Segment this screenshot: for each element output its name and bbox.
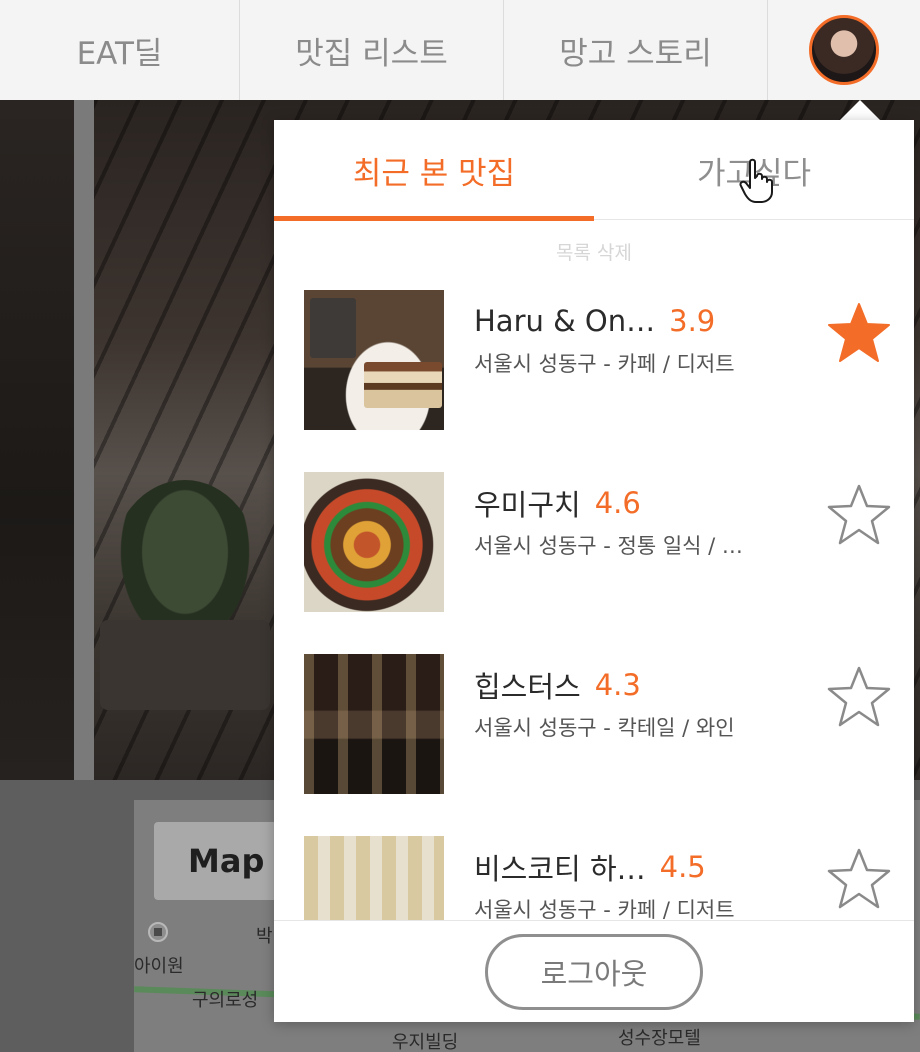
list-item[interactable]: 우미구치 4.6 서울시 성동구 - 정통 일식 / …	[274, 462, 914, 612]
list-item[interactable]: 힙스터스 4.3 서울시 성동구 - 칵테일 / 와인	[274, 644, 914, 794]
restaurant-subtitle: 서울시 성동구 - 칵테일 / 와인	[474, 716, 735, 740]
hero-image-left	[0, 100, 74, 780]
restaurant-name-line: Haru & On… 3.9	[474, 298, 784, 344]
nav-profile	[768, 0, 920, 100]
list-item[interactable]: 비스코티 하… 4.5 서울시 성동구 - 카페 / 디저트	[274, 826, 914, 920]
restaurant-name-line: 우미구치 4.6	[474, 480, 784, 526]
restaurant-name: Haru & On…	[474, 304, 656, 338]
map-label: 박	[256, 926, 273, 947]
user-avatar[interactable]	[809, 15, 879, 85]
recent-restaurant-list: Haru & On… 3.9 서울시 성동구 - 카페 / 디저트 우미구치 4…	[274, 280, 914, 920]
map-label: 구의로성	[192, 990, 259, 1011]
star-outline-icon[interactable]	[826, 482, 892, 548]
nav-restaurant-list[interactable]: 맛집 리스트	[240, 0, 504, 100]
logout-button[interactable]: 로그아웃	[485, 933, 703, 1010]
top-navigation: EAT딜 맛집 리스트 망고 스토리	[0, 0, 920, 100]
restaurant-name: 비스코티 하…	[474, 852, 646, 886]
clear-list-button[interactable]: 목록 삭제	[274, 238, 914, 265]
restaurant-subtitle: 서울시 성동구 - 카페 / 디저트	[474, 898, 735, 920]
restaurant-rating: 3.9	[669, 304, 716, 338]
map-label: 성수장모텔	[618, 1028, 701, 1049]
thumbnail-cup	[310, 298, 356, 358]
nav-eat-deal[interactable]: EAT딜	[0, 0, 240, 100]
restaurant-name-line: 힙스터스 4.3	[474, 662, 784, 708]
restaurant-thumbnail	[304, 836, 444, 920]
star-outline-icon[interactable]	[826, 846, 892, 912]
restaurant-rating: 4.3	[594, 668, 641, 702]
restaurant-rating: 4.5	[659, 850, 706, 884]
map-label: 아이원	[134, 956, 184, 977]
restaurant-name-line: 비스코티 하… 4.5	[474, 844, 784, 890]
restaurant-thumbnail	[304, 472, 444, 612]
restaurant-thumbnail	[304, 290, 444, 430]
restaurant-name: 힙스터스	[474, 670, 581, 704]
restaurant-subtitle: 서울시 성동구 - 정통 일식 / …	[474, 534, 743, 558]
hero-divider	[74, 100, 94, 780]
dropdown-footer: 로그아웃	[274, 920, 914, 1022]
thumbnail-cake	[364, 362, 442, 408]
map-pin-icon	[148, 922, 168, 942]
star-outline-icon[interactable]	[826, 664, 892, 730]
map-label: 우지빌딩	[392, 1032, 459, 1052]
dropdown-tabs: 최근 본 맛집 가고싶다	[274, 120, 914, 221]
nav-mango-story[interactable]: 망고 스토리	[504, 0, 768, 100]
restaurant-subtitle: 서울시 성동구 - 카페 / 디저트	[474, 352, 735, 376]
restaurant-thumbnail	[304, 654, 444, 794]
star-filled-icon[interactable]	[826, 300, 892, 366]
restaurant-name: 우미구치	[474, 488, 581, 522]
profile-dropdown: 최근 본 맛집 가고싶다 목록 삭제 Haru & On… 3.9 서울시 성동…	[274, 120, 914, 1022]
hand-cursor-icon	[739, 158, 773, 203]
tab-recently-viewed[interactable]: 최근 본 맛집	[274, 120, 594, 221]
dropdown-caret	[838, 100, 882, 122]
hero-sofa	[100, 620, 270, 710]
restaurant-rating: 4.6	[594, 486, 641, 520]
list-item[interactable]: Haru & On… 3.9 서울시 성동구 - 카페 / 디저트	[274, 280, 914, 430]
